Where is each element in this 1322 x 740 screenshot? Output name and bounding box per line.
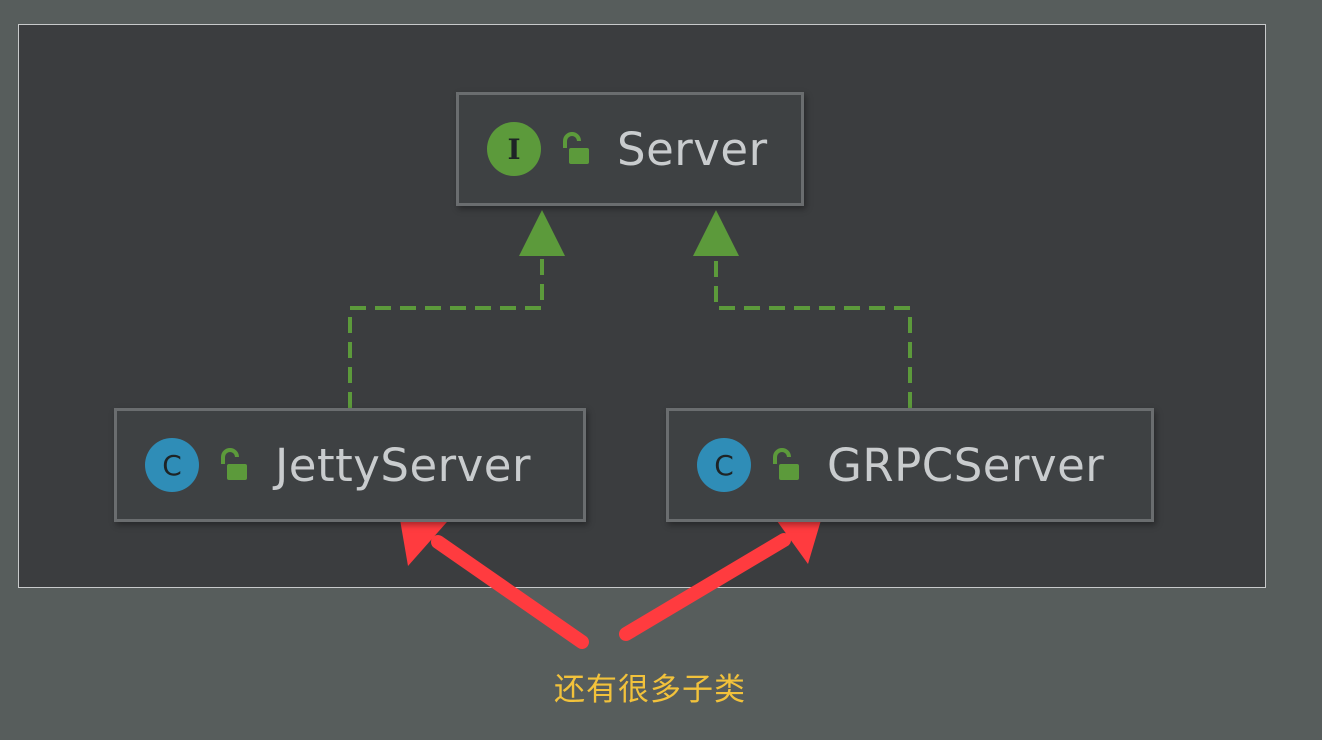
class-icon: C xyxy=(145,438,199,492)
node-label-server: Server xyxy=(617,122,768,176)
interface-icon: I xyxy=(487,122,541,176)
node-label-jettyserver: JettyServer xyxy=(275,438,531,492)
node-server[interactable]: I Server xyxy=(456,92,804,206)
node-jettyserver[interactable]: C JettyServer xyxy=(114,408,586,522)
unlocked-lock-icon xyxy=(773,448,799,480)
node-label-grpcserver: GRPCServer xyxy=(827,438,1105,492)
unlocked-lock-icon xyxy=(563,132,589,164)
annotation-note: 还有很多子类 xyxy=(554,672,746,708)
unlocked-lock-icon xyxy=(221,448,247,480)
node-grpcserver[interactable]: C GRPCServer xyxy=(666,408,1154,522)
class-icon: C xyxy=(697,438,751,492)
